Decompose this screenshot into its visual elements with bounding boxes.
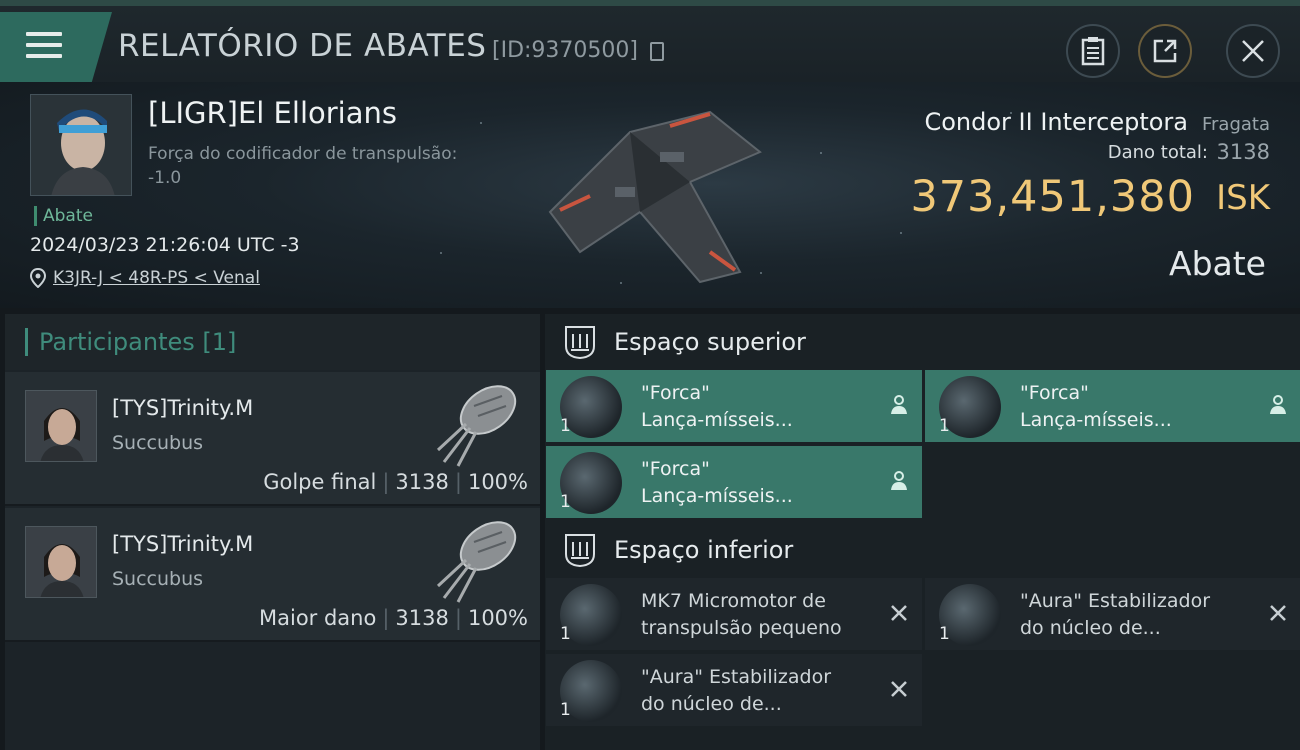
low-slots-title: Espaço inferior (614, 536, 794, 564)
slot-item[interactable]: 1 "Aura" Estabilizador do núcleo de... (925, 578, 1300, 650)
report-id: [ID:9370500] (492, 38, 638, 63)
participants-header: Participantes [1] (5, 314, 540, 370)
slot-item[interactable]: 1 "Forca" Lança-mísseis... (546, 370, 922, 442)
kill-type: Abate (1169, 244, 1266, 283)
slot-name-line2: do núcleo de... (1020, 617, 1161, 639)
slot-name-line1: MK7 Micromotor de (641, 590, 826, 612)
participant-role: Maior dano (259, 606, 377, 630)
participant-role: Golpe final (263, 470, 377, 494)
location-link[interactable]: K3JR-J < 48R-PS < Venal (53, 268, 260, 288)
slot-quantity: 1 (560, 700, 571, 720)
victim-stat-label: Força do codificador de transpulsão: (148, 144, 458, 164)
slot-name-line1: "Forca" (641, 382, 710, 404)
destroyed-x-icon (891, 681, 907, 697)
close-button[interactable] (1226, 24, 1280, 78)
participant-ship-image[interactable] (430, 376, 526, 472)
slot-quantity: 1 (560, 624, 571, 644)
slot-name-line1: "Forca" (1020, 382, 1089, 404)
victim-name[interactable]: [LIGR]El Ellorians (148, 96, 397, 130)
slot-name-line2: Lança-mísseis... (641, 409, 793, 431)
slot-name-line2: Lança-mísseis... (1020, 409, 1172, 431)
slot-name-line1: "Aura" Estabilizador (641, 666, 832, 688)
menu-icon (26, 32, 62, 62)
high-slots-header: Espaço superior (545, 314, 1300, 370)
total-damage-label: Dano total: (1107, 142, 1208, 163)
high-slot-icon (565, 326, 595, 360)
share-icon (1153, 39, 1177, 63)
slot-quantity: 1 (939, 416, 950, 436)
share-button[interactable] (1138, 24, 1192, 78)
page-title: RELATÓRIO DE ABATES (118, 28, 487, 64)
top-bar: RELATÓRIO DE ABATES [ID:9370500] (0, 0, 1300, 82)
destroyed-x-icon (891, 605, 907, 621)
slot-quantity: 1 (560, 492, 571, 512)
slot-quantity: 1 (939, 624, 950, 644)
participant-card[interactable]: [TYS]Trinity.M Succubus Maior dano | 3138 |… (5, 508, 540, 642)
participant-damage: 3138 (395, 470, 449, 494)
participant-ship: Succubus (112, 432, 204, 454)
dropped-person-icon (1270, 395, 1286, 414)
participant-stats: Maior dano | 3138 | 100% (259, 606, 528, 630)
participant-percent: 100% (467, 606, 528, 630)
isk-unit: ISK (1216, 178, 1270, 218)
fitting-panel: Espaço superior 1 "Forca" Lança-mísseis.… (545, 314, 1300, 750)
participants-panel: Participantes [1] [TYS]Trinity.M Succubu… (5, 314, 540, 750)
slot-name-line2: transpulsão pequeno (641, 617, 842, 639)
participants-title: Participantes [1] (25, 328, 236, 356)
victim-ship-image[interactable] (520, 92, 780, 302)
clipboard-icon (1081, 37, 1105, 66)
location-pin-icon (30, 268, 46, 288)
copy-icon[interactable] (650, 42, 664, 61)
slot-name-line2: Lança-mísseis... (641, 485, 793, 507)
victim-ship-class: Fragata (1201, 114, 1270, 135)
participant-card[interactable]: [TYS]Trinity.M Succubus Golpe final | 3138… (5, 372, 540, 506)
slot-item[interactable]: 1 "Forca" Lança-mísseis... (925, 370, 1300, 442)
isk-value: 373,451,380 (910, 172, 1195, 222)
slot-item[interactable]: 1 MK7 Micromotor de transpulsão pequeno (546, 578, 922, 650)
victim-banner: [LIGR]El Ellorians Força do codificador … (0, 82, 1300, 308)
slot-name-line1: "Aura" Estabilizador (1020, 590, 1211, 612)
slot-name-line1: "Forca" (641, 458, 710, 480)
clipboard-button[interactable] (1066, 24, 1120, 78)
kill-badge: Abate (34, 206, 93, 226)
participant-damage: 3138 (395, 606, 449, 630)
slot-name-line2: do núcleo de... (641, 693, 782, 715)
victim-stat-value: -1.0 (148, 168, 182, 188)
high-slots-title: Espaço superior (614, 328, 806, 356)
slot-quantity: 1 (560, 416, 571, 436)
participant-avatar[interactable] (25, 390, 97, 462)
victim-portrait[interactable] (30, 94, 132, 196)
close-icon (1242, 40, 1264, 62)
slot-item[interactable]: 1 "Forca" Lança-mísseis... (546, 446, 922, 518)
menu-button[interactable] (0, 12, 112, 82)
low-slots-header: Espaço inferior (545, 522, 1300, 578)
victim-ship-name[interactable]: Condor II Interceptora (924, 108, 1188, 136)
slot-item[interactable]: 1 "Aura" Estabilizador do núcleo de... (546, 654, 922, 726)
kill-time: 2024/03/23 21:26:04 UTC -3 (30, 234, 300, 256)
participant-name[interactable]: [TYS]Trinity.M (112, 532, 253, 556)
participant-ship: Succubus (112, 568, 204, 590)
participant-percent: 100% (467, 470, 528, 494)
participant-name[interactable]: [TYS]Trinity.M (112, 396, 253, 420)
low-slot-icon (565, 534, 595, 568)
dropped-person-icon (891, 471, 907, 490)
total-damage-value: 3138 (1216, 140, 1270, 164)
participant-avatar[interactable] (25, 526, 97, 598)
destroyed-x-icon (1270, 605, 1286, 621)
participant-ship-image[interactable] (430, 512, 526, 608)
participant-stats: Golpe final | 3138 | 100% (263, 470, 528, 494)
dropped-person-icon (891, 395, 907, 414)
